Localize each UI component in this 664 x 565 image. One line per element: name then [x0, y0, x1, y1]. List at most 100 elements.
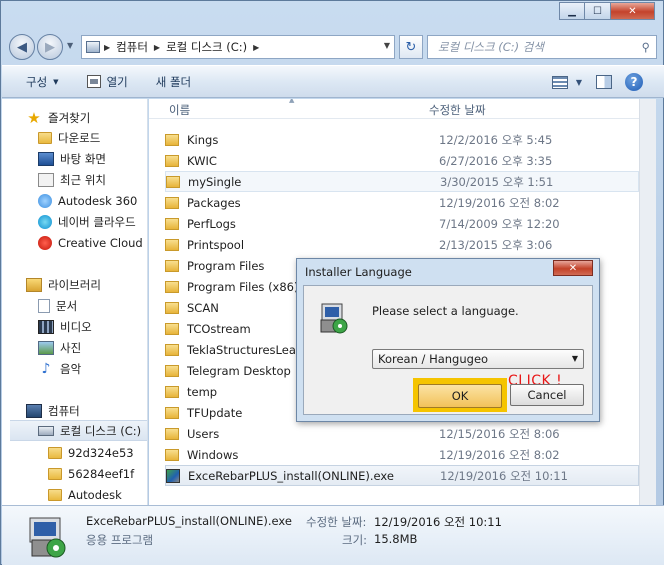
folder-icon — [165, 259, 179, 272]
nav-item-naver-cloud[interactable]: 네이버 클라우드 — [38, 211, 147, 232]
new-folder-button[interactable]: 새 폴더 — [156, 74, 191, 90]
search-input[interactable]: 로컬 디스크 (C:) 검색 ⚲ — [427, 35, 657, 59]
file-name: Users — [187, 426, 220, 441]
breadcrumb-separator-icon[interactable]: ▶ — [104, 43, 110, 52]
folder-icon — [165, 406, 179, 419]
nav-item-folder-92d324e53[interactable]: 92d324e53 — [48, 442, 147, 463]
view-options-dropdown[interactable]: ▼ — [574, 73, 584, 91]
computer-icon — [26, 403, 42, 418]
file-name: Kings — [187, 132, 219, 147]
cancel-button[interactable]: Cancel — [510, 384, 584, 406]
file-row[interactable]: PerfLogs 7/14/2009 오후 12:20 — [165, 213, 639, 234]
computer-icon — [86, 41, 100, 53]
file-row[interactable]: KWIC 6/27/2016 오후 3:35 — [165, 150, 639, 171]
file-date: 7/14/2009 오후 12:20 — [439, 216, 560, 231]
autodesk-cloud-icon — [38, 193, 52, 208]
nav-item-downloads[interactable]: 다운로드 — [38, 127, 147, 148]
folder-icon — [165, 427, 179, 440]
breadcrumb-separator-icon[interactable]: ▶ — [154, 43, 160, 52]
installer-icon — [320, 303, 348, 334]
nav-item-folder-autodesk[interactable]: Autodesk — [48, 484, 147, 505]
nav-item-autodesk360[interactable]: Autodesk 360 — [38, 190, 147, 211]
folder-icon — [165, 301, 179, 314]
nav-item-creative-cloud[interactable]: Creative Cloud — [38, 232, 147, 253]
file-name: PerfLogs — [187, 216, 236, 231]
open-icon — [86, 75, 101, 88]
close-icon: ✕ — [568, 262, 578, 274]
breadcrumb-computer[interactable]: 컴퓨터 — [116, 39, 148, 55]
folder-icon — [165, 322, 179, 335]
minimize-button[interactable]: ▁ — [559, 2, 585, 20]
folder-icon — [48, 446, 62, 459]
file-date: 12/15/2016 오전 8:06 — [439, 426, 560, 441]
file-row[interactable]: Printspool 2/13/2015 오후 3:06 — [165, 234, 639, 255]
column-headers: ▲ 이름 수정한 날짜 — [149, 99, 639, 119]
installer-language-dialog: Installer Language ✕ Please select a lan… — [296, 258, 600, 422]
address-bar[interactable]: ▶ 컴퓨터 ▶ 로컬 디스크 (C:) ▶ ▼ — [81, 35, 395, 59]
nav-label: 음악 — [60, 361, 82, 376]
nav-computer[interactable]: 컴퓨터 — [26, 400, 147, 421]
column-header-modified[interactable]: 수정한 날짜 — [429, 102, 486, 118]
nav-label: 로컬 디스크 (C:) — [60, 423, 142, 438]
nav-libraries[interactable]: 라이브러리 — [26, 274, 147, 295]
sort-ascending-icon: ▲ — [289, 99, 295, 104]
nav-label: 비디오 — [60, 319, 92, 334]
breadcrumb-separator-icon[interactable]: ▶ — [253, 43, 259, 52]
folder-icon — [165, 238, 179, 251]
dialog-close-button[interactable]: ✕ — [553, 260, 593, 276]
refresh-button[interactable]: ↻ — [399, 35, 423, 59]
language-select[interactable]: Korean / Hangugeo ▼ — [372, 349, 584, 369]
help-icon: ? — [625, 73, 643, 91]
maximize-button[interactable]: ☐ — [585, 2, 611, 20]
document-icon — [38, 298, 50, 313]
nav-label: 다운로드 — [58, 130, 101, 145]
open-button[interactable]: 열기 — [86, 74, 128, 90]
file-row[interactable]: Packages 12/19/2016 오전 8:02 — [165, 192, 639, 213]
nav-item-local-disk[interactable]: 로컬 디스크 (C:) — [10, 420, 147, 441]
nav-favorites[interactable]: ★ 즐겨찾기 — [26, 107, 147, 128]
nav-label: 92d324e53 — [68, 445, 134, 460]
explorer-window: ▁ ☐ ✕ ◀ ▶ ▼ ▶ 컴퓨터 ▶ 로컬 디스크 (C:) ▶ ▼ ↻ 로컬… — [0, 0, 664, 565]
command-bar: 구성 ▼ 열기 새 폴더 ▼ ? — [2, 65, 664, 98]
vertical-scrollbar[interactable] — [639, 99, 656, 505]
new-folder-label: 새 폴더 — [155, 74, 192, 89]
recent-pages-dropdown[interactable]: ▼ — [67, 41, 73, 50]
help-button[interactable]: ? — [624, 73, 644, 91]
column-header-name[interactable]: 이름 — [169, 102, 190, 118]
file-row[interactable]: mySingle 3/30/2015 오후 1:51 — [165, 171, 639, 192]
nav-item-music[interactable]: ♪ 음악 — [38, 358, 147, 379]
details-modified-label: 수정한 날짜: — [306, 515, 367, 529]
preview-pane-button[interactable] — [594, 73, 614, 91]
nav-item-desktop[interactable]: 바탕 화면 — [38, 148, 147, 169]
nav-label: Autodesk 360 — [58, 193, 138, 208]
folder-icon — [165, 364, 179, 377]
close-button[interactable]: ✕ — [611, 2, 655, 20]
file-date: 2/13/2015 오후 3:06 — [439, 237, 553, 252]
details-file-type: 응용 프로그램 — [86, 533, 154, 547]
details-modified-value: 12/19/2016 오전 10:11 — [374, 515, 502, 529]
forward-button[interactable]: ▶ — [37, 34, 63, 60]
folder-icon — [165, 448, 179, 461]
nav-item-videos[interactable]: 비디오 — [38, 316, 147, 337]
change-view-button[interactable] — [550, 73, 570, 91]
dialog-title: Installer Language — [305, 265, 412, 279]
details-file-name: ExceRebarPLUS_install(ONLINE).exe — [86, 514, 292, 528]
back-button[interactable]: ◀ — [9, 34, 35, 60]
chevron-down-icon[interactable]: ▼ — [384, 41, 390, 50]
creative-cloud-icon — [38, 235, 52, 250]
nav-label: 라이브러리 — [48, 277, 101, 292]
nav-item-recent[interactable]: 최근 위치 — [38, 169, 147, 190]
file-row[interactable]: Kings 12/2/2016 오후 5:45 — [165, 129, 639, 150]
file-row[interactable]: ExceRebarPLUS_install(ONLINE).exe 12/19/2… — [165, 465, 639, 486]
nav-item-folder-56284eef1f[interactable]: 56284eef1f — [48, 463, 147, 484]
file-row[interactable]: Windows 12/19/2016 오전 8:02 — [165, 444, 639, 465]
file-row[interactable]: Users 12/15/2016 오전 8:06 — [165, 423, 639, 444]
breadcrumb-local-disk[interactable]: 로컬 디스크 (C:) — [166, 39, 247, 55]
cancel-label: Cancel — [527, 388, 567, 402]
folder-icon — [165, 133, 179, 146]
ok-button[interactable]: OK — [418, 384, 502, 408]
nav-item-pictures[interactable]: 사진 — [38, 337, 147, 358]
organize-button[interactable]: 구성 ▼ — [26, 74, 59, 90]
file-name: ExceRebarPLUS_install(ONLINE).exe — [188, 468, 394, 483]
nav-item-documents[interactable]: 문서 — [38, 295, 147, 316]
